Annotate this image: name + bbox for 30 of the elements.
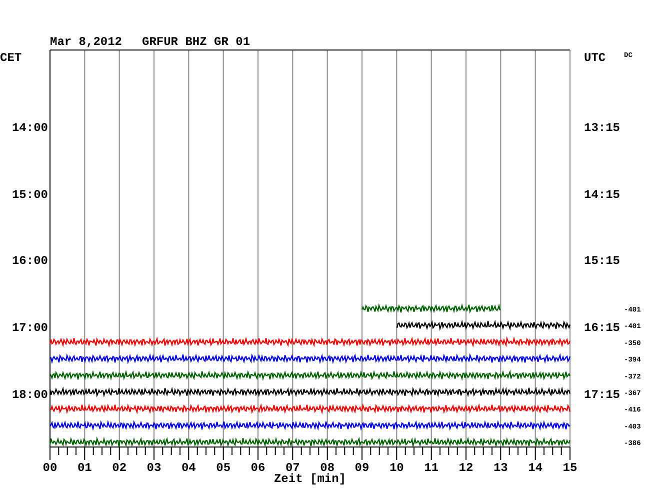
tick-label: 14 [528, 461, 543, 475]
tick-label: 06 [250, 461, 266, 475]
tick-label: 02 [112, 461, 127, 475]
timezone-label: UTC [584, 51, 606, 65]
time-label: 15:15 [584, 254, 620, 268]
tick-label: 08 [320, 461, 335, 475]
time-label: 15:00 [12, 188, 48, 202]
time-label: 16:15 [584, 321, 620, 335]
time-label: 14:15 [584, 188, 620, 202]
tick-label: 05 [216, 461, 231, 475]
tick-label: 13 [493, 461, 508, 475]
tick-label: 15 [562, 461, 578, 475]
time-label: 14:00 [12, 121, 48, 135]
tick-label: 04 [181, 461, 196, 475]
tick-label: 00 [42, 461, 58, 475]
time-label: 18:00 [12, 388, 48, 402]
date-label: Mar 8,2012 [50, 35, 122, 49]
tick-label: 01 [77, 461, 92, 475]
tick-label: 10 [389, 461, 404, 475]
timezone-label: CET [0, 51, 22, 65]
time-label: 17:00 [12, 321, 48, 335]
tick-label: 09 [354, 461, 370, 475]
station-label: GRFUR BHZ GR 01 [142, 35, 250, 49]
axis-title: Zeit [min] [274, 472, 346, 486]
tick-label: 12 [458, 461, 474, 475]
tick-label: 03 [146, 461, 162, 475]
tick-label: 11 [424, 461, 439, 475]
time-label: 16:00 [12, 254, 48, 268]
time-label: 17:15 [584, 388, 620, 402]
time-label: 13:15 [584, 121, 620, 135]
